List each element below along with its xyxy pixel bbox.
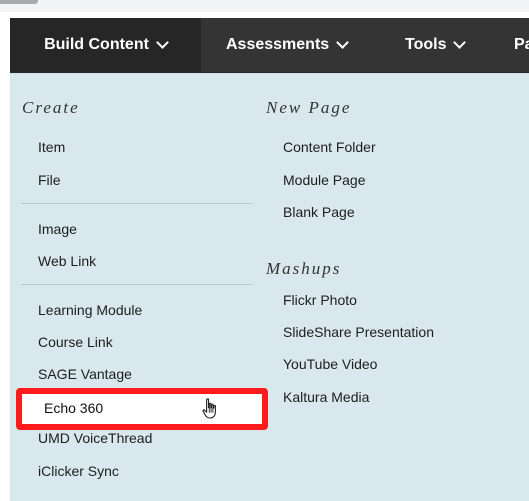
menu-item-content-folder[interactable]: Content Folder <box>283 139 376 155</box>
menu-divider <box>21 203 253 204</box>
new-page-heading: New Page <box>266 98 352 117</box>
hand-cursor-icon <box>200 397 220 421</box>
chevron-down-icon <box>156 36 169 49</box>
menu-item-blank-page[interactable]: Blank Page <box>283 204 355 220</box>
menu-item-web-link[interactable]: Web Link <box>38 253 96 269</box>
top-navigation: Build Content Assessments Tools Pa <box>10 18 529 73</box>
nav-partial-item[interactable]: Pa <box>514 18 529 72</box>
menu-item-slideshare-presentation[interactable]: SlideShare Presentation <box>283 324 434 340</box>
nav-build-content-label: Build Content <box>44 36 149 53</box>
nav-build-content[interactable]: Build Content <box>10 18 201 72</box>
highlight-callout: Echo 360 <box>16 388 268 430</box>
menu-divider <box>21 284 253 285</box>
chevron-down-icon <box>453 36 467 49</box>
mashups-heading: Mashups <box>266 259 342 278</box>
menu-item-flickr-photo[interactable]: Flickr Photo <box>283 292 357 308</box>
create-heading: Create <box>22 98 80 117</box>
menu-item-file[interactable]: File <box>38 172 61 188</box>
menu-item-youtube-video[interactable]: YouTube Video <box>283 356 377 372</box>
nav-partial-item-label: Pa <box>514 36 529 53</box>
menu-item-kaltura-media[interactable]: Kaltura Media <box>283 389 369 405</box>
menu-item-learning-module[interactable]: Learning Module <box>38 302 142 318</box>
menu-item-umd-voicethread[interactable]: UMD VoiceThread <box>38 430 152 446</box>
menu-item-item[interactable]: Item <box>38 139 65 155</box>
build-content-menu: Create Item File Image Web Link Learning… <box>10 73 529 501</box>
nav-assessments-label: Assessments <box>226 36 330 53</box>
menu-item-iclicker-sync[interactable]: iClicker Sync <box>38 463 119 479</box>
menu-item-course-link[interactable]: Course Link <box>38 334 113 350</box>
menu-item-image[interactable]: Image <box>38 221 77 237</box>
menu-item-echo-360[interactable]: Echo 360 <box>44 400 103 416</box>
menu-item-sage-vantage[interactable]: SAGE Vantage <box>38 366 132 382</box>
menu-item-module-page[interactable]: Module Page <box>283 172 366 188</box>
top-strip <box>0 0 529 12</box>
nav-tools[interactable]: Tools <box>405 18 483 72</box>
nav-tools-label: Tools <box>405 36 447 53</box>
page: Build Content Assessments Tools Pa Creat… <box>0 0 529 501</box>
nav-assessments[interactable]: Assessments <box>226 18 374 72</box>
chevron-down-icon <box>336 36 350 49</box>
